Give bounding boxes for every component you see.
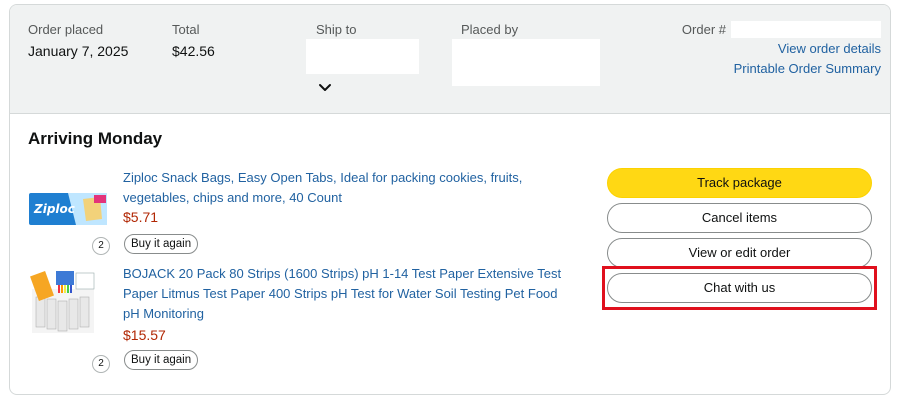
track-package-button[interactable]: Track package (607, 168, 872, 198)
ziploc-brand-text: Ziploc (33, 202, 75, 216)
total-label: Total (172, 22, 200, 37)
ship-to-group: Ship to (316, 21, 356, 38)
product-image-ziploc[interactable]: Ziploc (28, 191, 108, 227)
order-number-redacted (731, 20, 881, 38)
total-value: $42.56 (172, 43, 215, 59)
placed-by-name-redacted (452, 39, 600, 86)
order-placed-date: January 7, 2025 (28, 43, 129, 59)
product-title-line-2[interactable]: vegetables, chips and more, 40 Count (123, 188, 342, 208)
order-placed-label: Order placed (28, 22, 104, 37)
order-placed-group: Order placed January 7, 2025 (28, 21, 128, 61)
quantity-badge: 2 (92, 355, 110, 373)
placed-by-group: Placed by (461, 21, 518, 38)
chevron-down-icon[interactable] (316, 81, 334, 95)
highlight-box (602, 266, 877, 310)
ship-to-label: Ship to (316, 22, 357, 37)
placed-by-label: Placed by (461, 22, 519, 37)
view-edit-order-button[interactable]: View or edit order (607, 238, 872, 268)
order-number-line: Order # (682, 19, 881, 39)
product-title-line-1[interactable]: Ziploc Snack Bags, Easy Open Tabs, Ideal… (123, 168, 522, 188)
product-image-ph-strips[interactable] (28, 267, 100, 337)
printable-order-summary-link[interactable]: Printable Order Summary (682, 59, 881, 79)
order-number-label: Order # (681, 21, 726, 37)
total-group: Total $42.56 (172, 21, 215, 61)
order-header: Order placed January 7, 2025 Total $42.5… (10, 5, 890, 114)
quantity-badge: 2 (92, 237, 110, 255)
product-price: $15.57 (123, 327, 166, 343)
view-order-details-link[interactable]: View order details (682, 39, 881, 59)
buy-it-again-button[interactable]: Buy it again (124, 350, 199, 370)
product-title-line-2[interactable]: Paper Litmus Test Paper 400 Strips pH Te… (123, 284, 558, 304)
shipment-status-title: Arriving Monday (28, 129, 163, 148)
ship-to-name-redacted[interactable] (306, 39, 419, 74)
cancel-items-button[interactable]: Cancel items (607, 203, 872, 233)
product-price: $5.71 (123, 209, 159, 225)
product-title-line-1[interactable]: BOJACK 20 Pack 80 Strips (1600 Strips) p… (123, 264, 561, 284)
order-card: Order placed January 7, 2025 Total $42.5… (9, 4, 891, 395)
buy-it-again-button[interactable]: Buy it again (124, 234, 199, 254)
product-title-line-3[interactable]: pH Monitoring (123, 304, 204, 324)
order-number-group: Order # View order details Printable Ord… (682, 19, 881, 79)
